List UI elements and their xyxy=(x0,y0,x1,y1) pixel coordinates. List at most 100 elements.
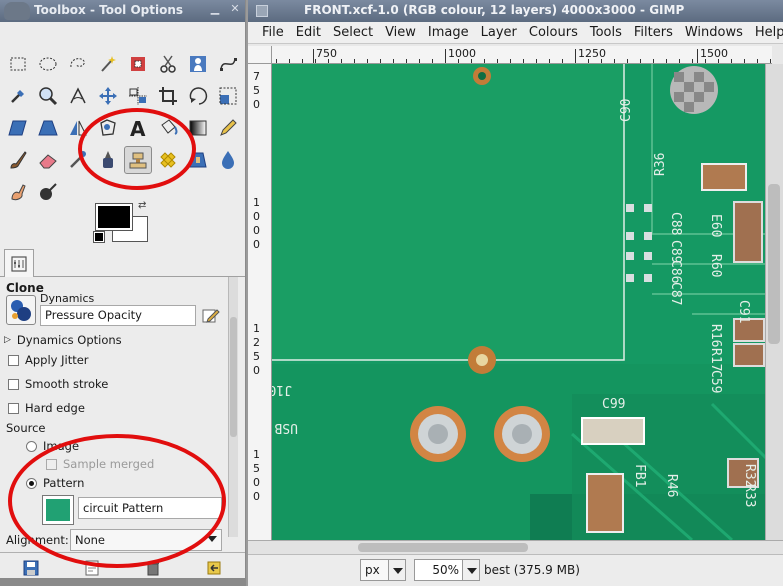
ruler-minor-tick xyxy=(562,59,563,63)
image-window-titlebar[interactable]: FRONT.xcf-1.0 (RGB colour, 12 layers) 40… xyxy=(248,0,783,22)
flip-icon[interactable] xyxy=(64,114,92,142)
delete-options-icon[interactable] xyxy=(143,558,163,578)
dynamics-icon[interactable] xyxy=(6,295,36,325)
bucket-fill-icon[interactable] xyxy=(154,114,182,142)
sample-merged-check[interactable] xyxy=(46,458,57,470)
swap-colors-icon[interactable]: ⇄ xyxy=(138,200,146,211)
source-pattern-radio-dot[interactable] xyxy=(26,477,37,489)
dynamics-options-expander[interactable]: ▷ Dynamics Options xyxy=(4,333,122,347)
fuzzy-select-icon[interactable] xyxy=(94,50,122,78)
image-canvas[interactable]: C90 R36 C88 C89 C86 C87 E60 R60 R16 R17 C59 C91 C99 J… xyxy=(272,64,772,540)
reset-options-icon[interactable] xyxy=(204,558,224,578)
restore-options-icon[interactable] xyxy=(82,558,102,578)
hard-edge-checkbox[interactable]: Hard edge xyxy=(8,401,85,415)
eraser-icon[interactable] xyxy=(34,146,62,174)
airbrush-icon[interactable] xyxy=(64,146,92,174)
zoom-dropdown-icon[interactable] xyxy=(462,559,480,581)
toolbox-titlebar[interactable]: Toolbox - Tool Options ▁ ✕ xyxy=(0,0,245,22)
color-selector[interactable]: ⇄ xyxy=(92,200,154,246)
menu-image[interactable]: Image xyxy=(422,22,475,43)
ruler-minor-tick xyxy=(315,59,316,63)
pcb-label: R17 xyxy=(708,348,723,371)
ruler-minor-tick xyxy=(406,59,407,63)
apply-jitter-checkbox[interactable]: Apply Jitter xyxy=(8,353,89,367)
horizontal-scrollbar[interactable] xyxy=(248,540,783,554)
blend-icon[interactable] xyxy=(184,114,212,142)
paths-icon[interactable] xyxy=(214,50,242,78)
ellipse-select-icon[interactable] xyxy=(34,50,62,78)
smooth-stroke-checkbox[interactable]: Smooth stroke xyxy=(8,377,108,391)
alignment-select[interactable]: None xyxy=(70,529,222,551)
perspective-clone-icon[interactable] xyxy=(184,146,212,174)
image-window: FRONT.xcf-1.0 (RGB colour, 12 layers) 40… xyxy=(248,0,783,586)
apply-jitter-check[interactable] xyxy=(8,354,19,366)
pattern-name-field[interactable]: circuit Pattern xyxy=(78,497,222,519)
unit-dropdown-icon[interactable] xyxy=(388,559,406,581)
menu-filters[interactable]: Filters xyxy=(628,22,679,43)
free-select-icon[interactable] xyxy=(64,50,92,78)
scale-icon[interactable] xyxy=(214,82,242,110)
sample-merged-checkbox[interactable]: Sample merged xyxy=(46,457,154,471)
minimize-icon[interactable]: ▁ xyxy=(209,3,221,15)
pcb-label: R46 xyxy=(664,474,679,497)
edit-dynamics-icon[interactable] xyxy=(202,307,220,325)
vertical-scrollbar[interactable] xyxy=(765,64,783,540)
menu-layer[interactable]: Layer xyxy=(475,22,523,43)
source-pattern-radio[interactable]: Pattern xyxy=(26,476,84,490)
toolbox-bottom-strip xyxy=(0,578,245,586)
measure-icon[interactable] xyxy=(64,82,92,110)
paintbrush-icon[interactable] xyxy=(4,146,32,174)
ruler-label: 1500 xyxy=(250,448,263,504)
menu-windows[interactable]: Windows xyxy=(679,22,749,43)
source-image-radio[interactable]: Image xyxy=(26,439,79,453)
save-options-icon[interactable] xyxy=(21,558,41,578)
menu-view[interactable]: View xyxy=(379,22,422,43)
text-icon[interactable]: A xyxy=(124,114,152,142)
horizontal-scroll-thumb[interactable] xyxy=(358,543,528,552)
close-icon[interactable]: ✕ xyxy=(229,3,241,15)
pencil-icon[interactable] xyxy=(214,114,242,142)
scissors-select-icon[interactable] xyxy=(154,50,182,78)
menu-tools[interactable]: Tools xyxy=(584,22,628,43)
align-icon[interactable] xyxy=(124,82,152,110)
blur-icon[interactable] xyxy=(214,146,242,174)
vertical-ruler[interactable]: 750 1000 1250 1500 xyxy=(248,64,272,540)
tool-options-scrollbar[interactable] xyxy=(228,277,238,537)
zoom-icon[interactable] xyxy=(34,82,62,110)
dynamics-field[interactable]: Pressure Opacity xyxy=(40,305,196,326)
color-select-icon[interactable] xyxy=(124,50,152,78)
tab-tool-options[interactable] xyxy=(4,249,34,277)
rotate-icon[interactable] xyxy=(184,82,212,110)
zoom-field[interactable]: 50% xyxy=(414,559,464,581)
ruler-corner[interactable] xyxy=(248,46,272,64)
rect-select-icon[interactable] xyxy=(4,50,32,78)
smooth-stroke-check[interactable] xyxy=(8,378,19,390)
crop-icon[interactable] xyxy=(154,82,182,110)
clone-icon[interactable] xyxy=(124,146,152,174)
color-picker-icon[interactable] xyxy=(4,82,32,110)
menu-colours[interactable]: Colours xyxy=(523,22,584,43)
horizontal-ruler[interactable]: 750 1000 1250 1500 xyxy=(272,46,772,64)
source-image-radio-dot[interactable] xyxy=(26,440,37,452)
shear-icon[interactable] xyxy=(4,114,32,142)
window-menu-icon[interactable] xyxy=(256,5,268,17)
menu-file[interactable]: File xyxy=(256,22,290,43)
menu-help[interactable]: Help xyxy=(749,22,783,43)
hard-edge-check[interactable] xyxy=(8,402,19,414)
foreground-color-swatch[interactable] xyxy=(95,203,133,231)
ruler-minor-tick xyxy=(627,59,628,63)
vertical-scroll-thumb[interactable] xyxy=(768,184,780,344)
ink-icon[interactable] xyxy=(94,146,122,174)
pcb-label: C91 xyxy=(736,300,751,323)
move-icon[interactable] xyxy=(94,82,122,110)
smudge-icon[interactable] xyxy=(4,178,32,206)
cage-icon[interactable] xyxy=(94,114,122,142)
heal-icon[interactable] xyxy=(154,146,182,174)
menu-edit[interactable]: Edit xyxy=(290,22,327,43)
default-colors-icon[interactable] xyxy=(93,231,105,243)
foreground-select-icon[interactable] xyxy=(184,50,212,78)
perspective-icon[interactable] xyxy=(34,114,62,142)
dodge-burn-icon[interactable] xyxy=(34,178,62,206)
pattern-preview[interactable] xyxy=(42,495,74,525)
menu-select[interactable]: Select xyxy=(327,22,379,43)
